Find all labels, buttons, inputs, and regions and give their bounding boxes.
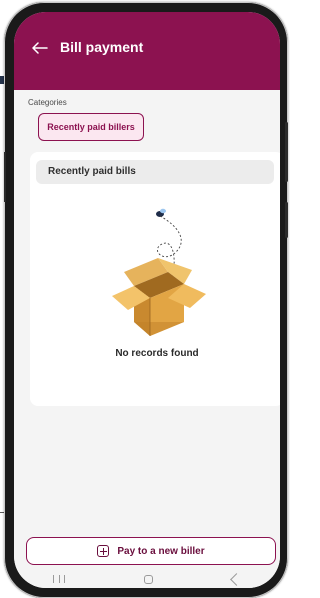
pay-new-biller-label: Pay to a new biller — [117, 545, 205, 557]
back-arrow-icon[interactable] — [32, 42, 48, 54]
screen: Bill payment Categories Recently paid bi… — [0, 0, 290, 598]
recents-icon[interactable] — [53, 575, 66, 583]
recently-paid-bills-card: Recently paid bills No records found — [30, 152, 280, 406]
phone-power-button — [285, 202, 288, 238]
home-icon[interactable] — [143, 574, 153, 584]
app-screen: Bill payment Categories Recently paid bi… — [14, 12, 280, 588]
phone-frame: Bill payment Categories Recently paid bi… — [4, 2, 288, 598]
open-box-icon — [112, 208, 206, 336]
categories-label: Categories — [28, 98, 67, 107]
plus-square-icon — [97, 545, 110, 557]
system-navigation-bar — [14, 570, 280, 588]
nav-back-icon[interactable] — [229, 572, 243, 586]
card-header: Recently paid bills — [36, 160, 274, 184]
phone-volume-button — [285, 122, 288, 182]
card-title: Recently paid bills — [48, 166, 136, 177]
pay-new-biller-button[interactable]: Pay to a new biller — [26, 537, 276, 565]
category-chip-recently-paid-billers[interactable]: Recently paid billers — [38, 113, 144, 141]
app-header: Bill payment — [14, 12, 280, 90]
page-title: Bill payment — [60, 39, 144, 55]
phone-side-button-left — [4, 152, 6, 202]
category-chip-label: Recently paid billers — [47, 122, 135, 132]
empty-state-message: No records found — [115, 348, 199, 359]
